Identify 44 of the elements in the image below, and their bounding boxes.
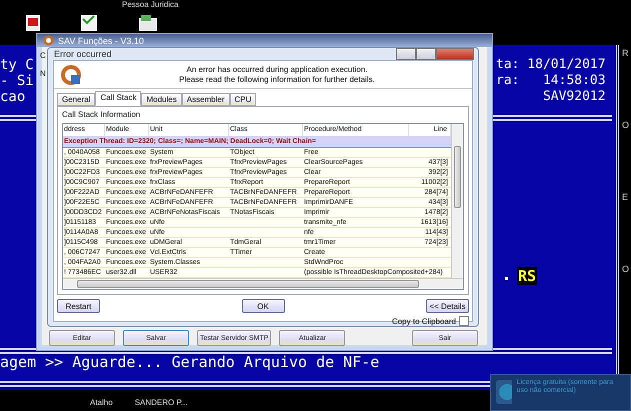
- copy-checkbox[interactable]: [459, 316, 469, 326]
- checkbox-label: Copy to Clipboard: [392, 316, 456, 326]
- document-icon[interactable]: [25, 14, 41, 32]
- error-app-icon: [60, 64, 82, 86]
- tab[interactable]: Modules: [141, 93, 182, 106]
- dialog-button[interactable]: << Details: [426, 299, 469, 313]
- minimize-button[interactable]: [396, 48, 416, 60]
- console-text: ra: 14:58:03: [496, 73, 606, 89]
- edge-label: O: [622, 120, 630, 130]
- close-button[interactable]: [436, 48, 474, 60]
- console-text: - Si: [0, 73, 34, 89]
- edge-label: O: [622, 264, 630, 274]
- tab[interactable]: Assembler: [182, 93, 230, 106]
- section-title: Call Stack Information: [62, 110, 142, 120]
- maximize-button[interactable]: [416, 48, 436, 60]
- tab[interactable]: CPU: [230, 93, 256, 106]
- edge-label: R: [622, 48, 630, 58]
- vertical-scrollbar[interactable]: [451, 124, 463, 278]
- taskbar-item[interactable]: SANDERO P...: [134, 398, 188, 407]
- console-text: cao: [0, 89, 26, 105]
- error-message: An error has occurred during application execution.: [186, 64, 368, 74]
- console-text: SAV92012: [542, 89, 606, 105]
- error-message: Please read the following information for further details.: [178, 74, 376, 84]
- desktop-caption: Pessoa Juridica: [122, 0, 178, 9]
- edge-label: E: [622, 192, 630, 202]
- console-text: ty C: [0, 57, 34, 73]
- status-message: agem >> Aguarde... Gerando Arquivo de NF-e: [0, 354, 380, 371]
- label-text: C: [40, 51, 46, 60]
- tab[interactable]: Call Stack: [95, 91, 142, 106]
- taskbar-item[interactable]: Atalho: [90, 398, 113, 407]
- state-code: RS: [517, 267, 538, 285]
- console-text: ta: 18/01/2017: [496, 57, 606, 73]
- window-title: SAV Funções - V3.10: [58, 36, 144, 46]
- tab[interactable]: General: [57, 93, 96, 106]
- remote-app-icon: [495, 379, 512, 405]
- dialog-button[interactable]: OK: [242, 299, 284, 313]
- app-icon: [43, 35, 54, 46]
- dialog-title: Error occurred: [54, 49, 112, 59]
- label-text: N: [40, 69, 46, 78]
- folder-icon[interactable]: [138, 14, 158, 32]
- horizontal-scrollbar[interactable]: [63, 278, 463, 289]
- dialog-button[interactable]: Restart: [57, 299, 100, 313]
- dot-mark: [505, 277, 508, 280]
- spreadsheet-icon[interactable]: [80, 14, 98, 32]
